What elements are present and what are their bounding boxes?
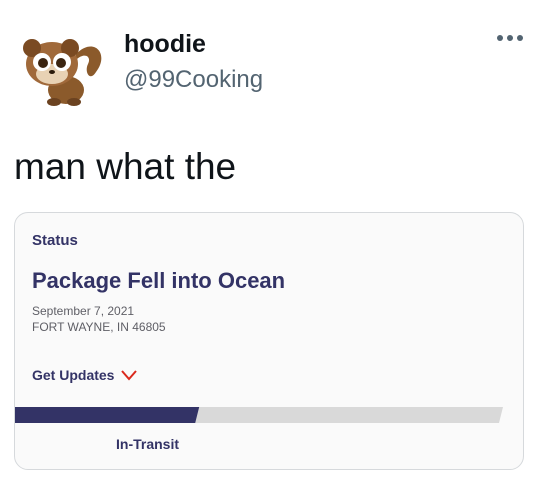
progress-fill: [15, 407, 200, 423]
chevron-down-icon: [121, 370, 138, 381]
display-name[interactable]: hoodie: [124, 30, 206, 59]
status-label: Status: [32, 232, 78, 249]
cartoon-lemur-icon: [23, 39, 102, 106]
tweet-text: man what the: [14, 146, 237, 187]
tracking-card[interactable]: Status Package Fell into Ocean September…: [14, 212, 524, 470]
progress-bar: [15, 407, 503, 423]
status-date: September 7, 2021: [32, 304, 135, 318]
avatar[interactable]: [14, 20, 108, 114]
ellipsis-icon[interactable]: [497, 33, 523, 43]
get-updates-label: Get Updates: [32, 367, 115, 383]
status-location: FORT WAYNE, IN 46805: [32, 320, 166, 334]
user-handle[interactable]: @99Cooking: [124, 66, 263, 94]
progress-stage-label: In-Transit: [116, 436, 180, 452]
get-updates-button[interactable]: Get Updates: [32, 367, 138, 383]
status-title: Package Fell into Ocean: [32, 268, 286, 293]
